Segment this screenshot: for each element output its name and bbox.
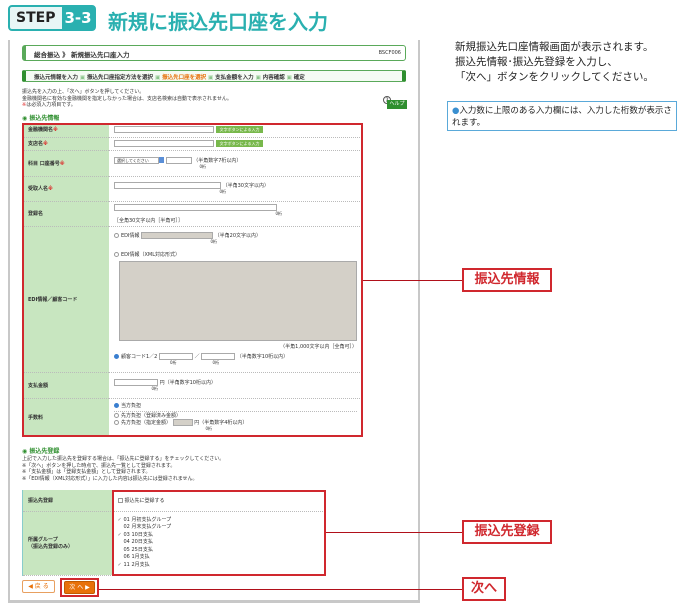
breadcrumb: 総合振込 》 新規振込先口座入力 BSCF006 [22,45,406,61]
step-item: 振込元情報を入力 [34,75,79,81]
step-separator-icon: ▣ [153,75,163,81]
step-item: 振込先口座を選択 [162,75,207,81]
step-navigation: 振込元情報を入力 ▣ 振込先口座指定方法を選択 ▣ 振込先口座を選択 ▣ 支払金… [22,70,406,82]
callout-info: 振込先情報 [462,268,552,292]
step-separator-icon: ▣ [206,75,216,81]
callout-line-register [326,532,462,533]
instructions: 振込先を入力の上、「次へ」ボタンを押してください。 金融機関名に有効な金融機関を… [22,89,232,108]
callout-line-next [99,589,462,590]
highlight-info [22,123,363,437]
screen-id: BSCF006 [378,50,401,56]
section-heading-register: ◉ 振込先登録 [22,448,60,455]
callout-register: 振込先登録 [462,520,552,544]
highlight-register [112,490,326,576]
step-separator-icon: ▣ [284,75,294,81]
callout-next: 次へ [462,577,506,601]
page-title: 新規に振込先口座を入力 [108,10,328,34]
back-button[interactable]: ◀ 戻 る [22,580,55,593]
step-separator-icon: ▣ [253,75,263,81]
register-notes: 上記で入力した振込先を登録する場合は、「振込先に登録する」をチェックしてください… [22,456,225,482]
side-note: ●入力数に上限のある入力欄には、入力した桁数が表示されます。 [447,101,677,131]
callout-line-info [363,280,462,281]
step-item: 確定 [293,75,305,81]
section-heading-info: ◉ 振込先情報 [22,115,60,122]
highlight-next [60,578,99,597]
side-description: 新規振込先口座情報画面が表示されます。 振込先情報･振込先登録を入力し、 「次へ」ボ… [455,41,654,83]
step-separator-icon: ▣ [78,75,88,81]
step-item: 振込先口座指定方法を選択 [87,75,154,81]
step-item: 支払金額を入力 [215,75,254,81]
help-button[interactable]: ?ヘルプ [383,96,407,110]
step-item: 内容確認 [262,75,285,81]
step-badge: STEP 3-3 [8,5,96,31]
